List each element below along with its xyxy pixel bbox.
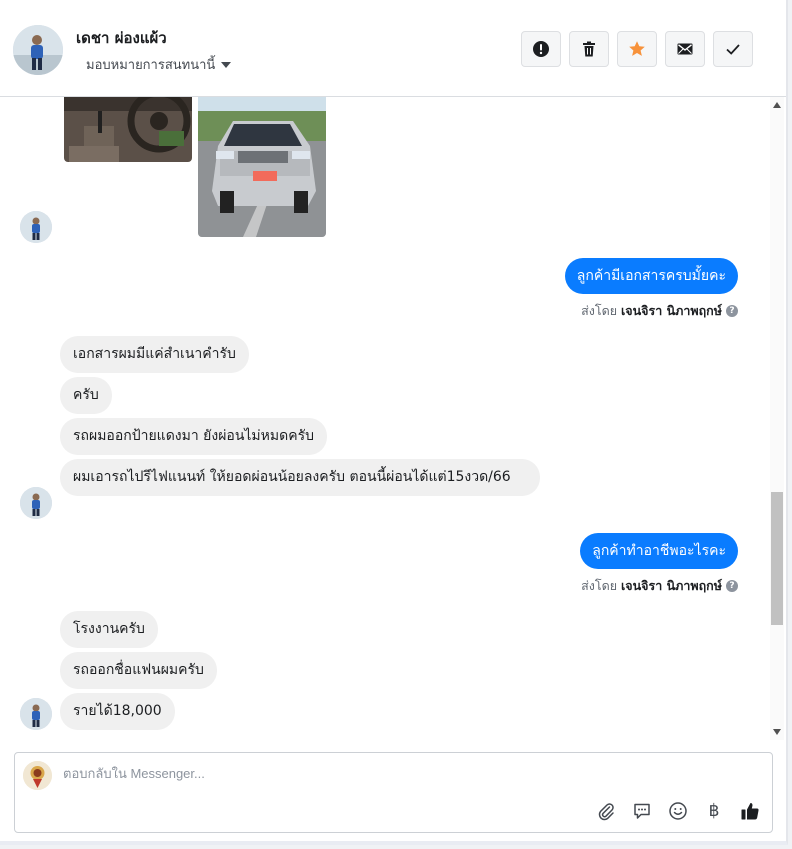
car-exterior-photo[interactable] (198, 97, 326, 237)
car-interior-photo[interactable] (64, 97, 192, 162)
message-thread[interactable]: ลูกค้ามีเอกสารครบมั้ยคะ ส่งโดย เจนจิรา น… (0, 97, 770, 740)
incoming-message[interactable]: ผมเอารถไปรีไฟแนนท์ ให้ยอดผ่อนน้อยลงครับ … (60, 459, 540, 496)
conversation-header: เดชา ผ่องแผ้ว มอบหมายการสนทนานี้ (0, 0, 786, 97)
saved-replies-button[interactable] (630, 799, 654, 823)
payment-button[interactable]: ฿ (702, 799, 726, 823)
emoji-button[interactable] (666, 799, 690, 823)
paperclip-icon (598, 803, 614, 821)
incoming-message[interactable]: โรงงานครับ (60, 611, 158, 648)
sent-by-label: ส่งโดย เจนจิรา นิภาพฤกษ์ ? (581, 576, 738, 596)
like-button[interactable] (738, 799, 762, 823)
chat-bubble-icon (634, 803, 650, 819)
contact-name[interactable]: เดชา ผ่องแผ้ว (76, 26, 167, 50)
outgoing-message[interactable]: ลูกค้าทำอาชีพอะไรคะ (580, 533, 738, 569)
star-icon (629, 41, 645, 56)
baht-icon: ฿ (708, 801, 720, 821)
agent-name[interactable]: เจนจิรา นิภาพฤกษ์ (621, 301, 722, 321)
contact-avatar-small (20, 487, 52, 519)
follow-up-button[interactable] (617, 31, 657, 67)
scroll-up-arrow-icon[interactable] (773, 102, 781, 108)
sent-by-prefix: ส่งโดย (581, 578, 618, 593)
composer-tools: ฿ (594, 799, 762, 823)
contact-avatar[interactable] (13, 25, 63, 75)
check-icon (726, 44, 740, 55)
incoming-message[interactable]: รถผมออกป้ายแดงมา ยังผ่อนไม่หมดครับ (60, 418, 327, 455)
sent-by-label: ส่งโดย เจนจิรา นิภาพฤกษ์ ? (581, 301, 738, 321)
caret-down-icon (221, 62, 232, 68)
alert-icon (533, 41, 549, 57)
trash-icon (583, 41, 595, 57)
outgoing-message[interactable]: ลูกค้ามีเอกสารครบมั้ยคะ (564, 258, 738, 294)
attach-button[interactable] (594, 799, 618, 823)
scrollbar-thumb[interactable] (771, 492, 783, 625)
assign-conversation-dropdown[interactable]: มอบหมายการสนทนานี้ (86, 54, 232, 75)
incoming-message[interactable]: รถออกชื่อแฟนผมครับ (60, 652, 217, 689)
incoming-message[interactable]: เอกสารผมมีแค่สำเนาคำรับ (60, 336, 249, 373)
agent-name[interactable]: เจนจิรา นิภาพฤกษ์ (621, 576, 722, 596)
mark-spam-button[interactable] (521, 31, 561, 67)
thumbs-up-icon (741, 803, 759, 820)
scroll-down-arrow-icon[interactable] (773, 729, 781, 735)
reply-input[interactable] (63, 766, 663, 781)
sent-by-prefix: ส่งโดย (581, 303, 618, 318)
header-actions (521, 31, 753, 67)
mark-unread-button[interactable] (665, 31, 705, 67)
incoming-message[interactable]: รายได้18,000 (60, 693, 175, 730)
help-icon[interactable]: ? (726, 580, 738, 592)
contact-avatar-small (20, 211, 52, 243)
help-icon[interactable]: ? (726, 305, 738, 317)
assign-label: มอบหมายการสนทนานี้ (86, 58, 216, 73)
envelope-icon (677, 43, 693, 55)
incoming-message[interactable]: ครับ (60, 377, 112, 414)
contact-avatar-small (20, 698, 52, 730)
mark-done-button[interactable] (713, 31, 753, 67)
reply-composer: ฿ (14, 752, 773, 833)
conversation-panel: เดชา ผ่องแผ้ว มอบหมายการสนทนานี้ ลูกค้าม… (0, 0, 788, 845)
page-avatar (23, 761, 52, 790)
message-scrollbar[interactable] (770, 97, 784, 740)
smiley-icon (669, 802, 687, 820)
delete-button[interactable] (569, 31, 609, 67)
